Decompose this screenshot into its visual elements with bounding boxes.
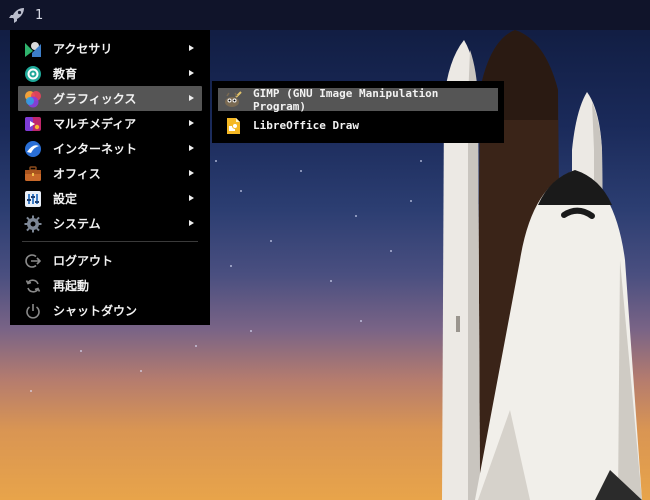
menu-item-label: オフィス bbox=[53, 167, 101, 181]
graphics-submenu: GIMP (GNU Image Manipulation Program) Li… bbox=[212, 81, 504, 143]
submenu-arrow-icon bbox=[189, 45, 194, 51]
submenu-item-libreoffice-draw[interactable]: LibreOffice Draw bbox=[218, 114, 498, 137]
app-launcher-button[interactable] bbox=[4, 0, 30, 30]
rocket-icon bbox=[9, 8, 24, 23]
submenu-arrow-icon bbox=[189, 120, 194, 126]
menu-item-label: ログアウト bbox=[53, 254, 114, 268]
menu-item-accessories[interactable]: アクセサリ bbox=[18, 36, 202, 61]
menu-item-label: インターネット bbox=[53, 142, 138, 156]
submenu-item-label: GIMP (GNU Image Manipulation Program) bbox=[253, 86, 439, 113]
power-icon bbox=[23, 301, 43, 321]
accessories-icon bbox=[23, 39, 43, 59]
top-panel: 1 bbox=[0, 0, 650, 30]
menu-item-restart[interactable]: 再起動 bbox=[18, 273, 202, 298]
menu-item-graphics[interactable]: グラフィックス bbox=[18, 86, 202, 111]
logout-icon bbox=[23, 251, 43, 271]
submenu-item-gimp[interactable]: GIMP (GNU Image Manipulation Program) bbox=[218, 86, 498, 113]
submenu-arrow-icon bbox=[189, 145, 194, 151]
menu-item-label: グラフィックス bbox=[53, 92, 137, 106]
submenu-item-label: LibreOffice Draw bbox=[253, 119, 359, 132]
menu-item-shutdown[interactable]: シャットダウン bbox=[18, 298, 202, 323]
settings-icon bbox=[23, 189, 43, 209]
menu-item-label: 教育 bbox=[53, 67, 78, 81]
multimedia-icon bbox=[23, 114, 43, 134]
submenu-arrow-icon bbox=[189, 195, 194, 201]
menu-item-label: マルチメディア bbox=[53, 117, 137, 131]
submenu-arrow-icon bbox=[189, 220, 194, 226]
menu-item-settings[interactable]: 設定 bbox=[18, 186, 202, 211]
menu-separator bbox=[22, 241, 198, 242]
menu-item-label: アクセサリ bbox=[53, 42, 113, 56]
office-icon bbox=[23, 164, 43, 184]
menu-item-logout[interactable]: ログアウト bbox=[18, 248, 202, 273]
menu-item-system[interactable]: システム bbox=[18, 211, 202, 236]
submenu-arrow-icon bbox=[189, 170, 194, 176]
gimp-icon bbox=[224, 90, 242, 109]
menu-item-label: シャットダウン bbox=[53, 304, 138, 318]
menu-item-multimedia[interactable]: マルチメディア bbox=[18, 111, 202, 136]
restart-icon bbox=[23, 276, 43, 296]
workspace-indicator[interactable]: 1 bbox=[35, 8, 43, 23]
submenu-arrow-icon bbox=[189, 70, 194, 76]
menu-item-internet[interactable]: インターネット bbox=[18, 136, 202, 161]
internet-icon bbox=[23, 139, 43, 159]
system-icon bbox=[23, 214, 43, 234]
libreoffice-draw-icon bbox=[224, 117, 242, 135]
education-icon bbox=[23, 64, 43, 84]
menu-item-office[interactable]: オフィス bbox=[18, 161, 202, 186]
submenu-arrow-icon bbox=[189, 95, 194, 101]
graphics-icon bbox=[23, 89, 43, 109]
menu-item-label: システム bbox=[53, 217, 101, 231]
menu-item-label: 再起動 bbox=[53, 279, 90, 293]
menu-item-label: 設定 bbox=[53, 192, 78, 206]
menu-item-education[interactable]: 教育 bbox=[18, 61, 202, 86]
application-menu: アクセサリ 教育 グラフィックス マルチメディア インターネット オフィス 設定… bbox=[10, 30, 210, 325]
